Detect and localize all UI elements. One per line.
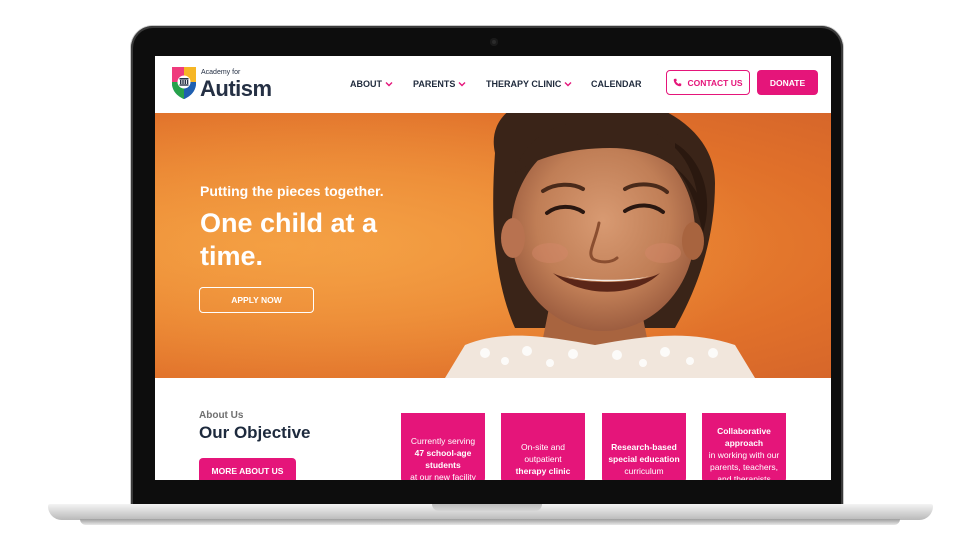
hero-title: One child at a time. [200,208,378,271]
card-text: in working with our parents, teachers, a… [708,450,780,480]
site-logo[interactable]: Academy for Autism [170,65,272,105]
phone-icon [674,78,682,87]
nav-about[interactable]: ABOUT [350,79,393,89]
donate-button[interactable]: DONATE [757,70,818,95]
hero-banner: Putting the pieces together. One child a… [155,113,831,378]
puzzle-shield-logo-icon [172,67,196,99]
card-highlight: Research-based special education [608,442,680,464]
nav-therapy-clinic-label: THERAPY CLINIC [486,79,562,89]
contact-us-button[interactable]: CONTACT US [666,70,750,95]
card-text: at our new facility [410,472,476,480]
logo-tagline: Academy for [201,69,241,76]
section-label: About Us [199,410,244,421]
section-title: Our Objective [199,423,311,442]
hero-subtitle: Putting the pieces together. [200,183,384,199]
nav-therapy-clinic[interactable]: THERAPY CLINIC [486,79,572,89]
card-text: curriculum [624,466,664,476]
contact-us-label: CONTACT US [687,77,743,88]
card-highlight: 47 school-age students [414,448,472,470]
apply-now-button[interactable]: APPLY NOW [199,287,314,313]
objective-card: Collaborative approach in working with o… [702,413,786,480]
nav-calendar[interactable]: CALENDAR [591,79,642,89]
logo-wordmark: Autism [200,76,272,101]
chevron-down-icon [564,82,572,87]
laptop-notch [432,504,542,511]
objective-card: On-site and outpatient therapy clinic [501,413,585,480]
objective-card: Research-based special education curricu… [602,413,686,480]
card-text: On-site and outpatient [521,442,565,464]
nav-parents[interactable]: PARENTS [413,79,466,89]
nav-calendar-label: CALENDAR [591,79,642,89]
browser-screen: Academy for Autism ABOUT PARENTS THERAPY… [155,56,831,480]
objective-card: Currently serving 47 school-age students… [401,413,485,480]
card-highlight: Collaborative approach [717,426,771,448]
more-about-us-label: MORE ABOUT US [211,466,284,476]
apply-now-label: APPLY NOW [231,295,282,305]
site-header: Academy for Autism ABOUT PARENTS THERAPY… [155,56,831,113]
more-about-us-button[interactable]: MORE ABOUT US [199,458,296,480]
webcam [490,38,498,46]
laptop-base-shadow [80,519,900,525]
nav-parents-label: PARENTS [413,79,456,89]
chevron-down-icon [458,82,466,87]
chevron-down-icon [385,82,393,87]
card-text: Currently serving [410,436,476,446]
card-highlight: therapy clinic [515,466,571,476]
donate-label: DONATE [769,77,806,88]
nav-about-label: ABOUT [350,79,382,89]
